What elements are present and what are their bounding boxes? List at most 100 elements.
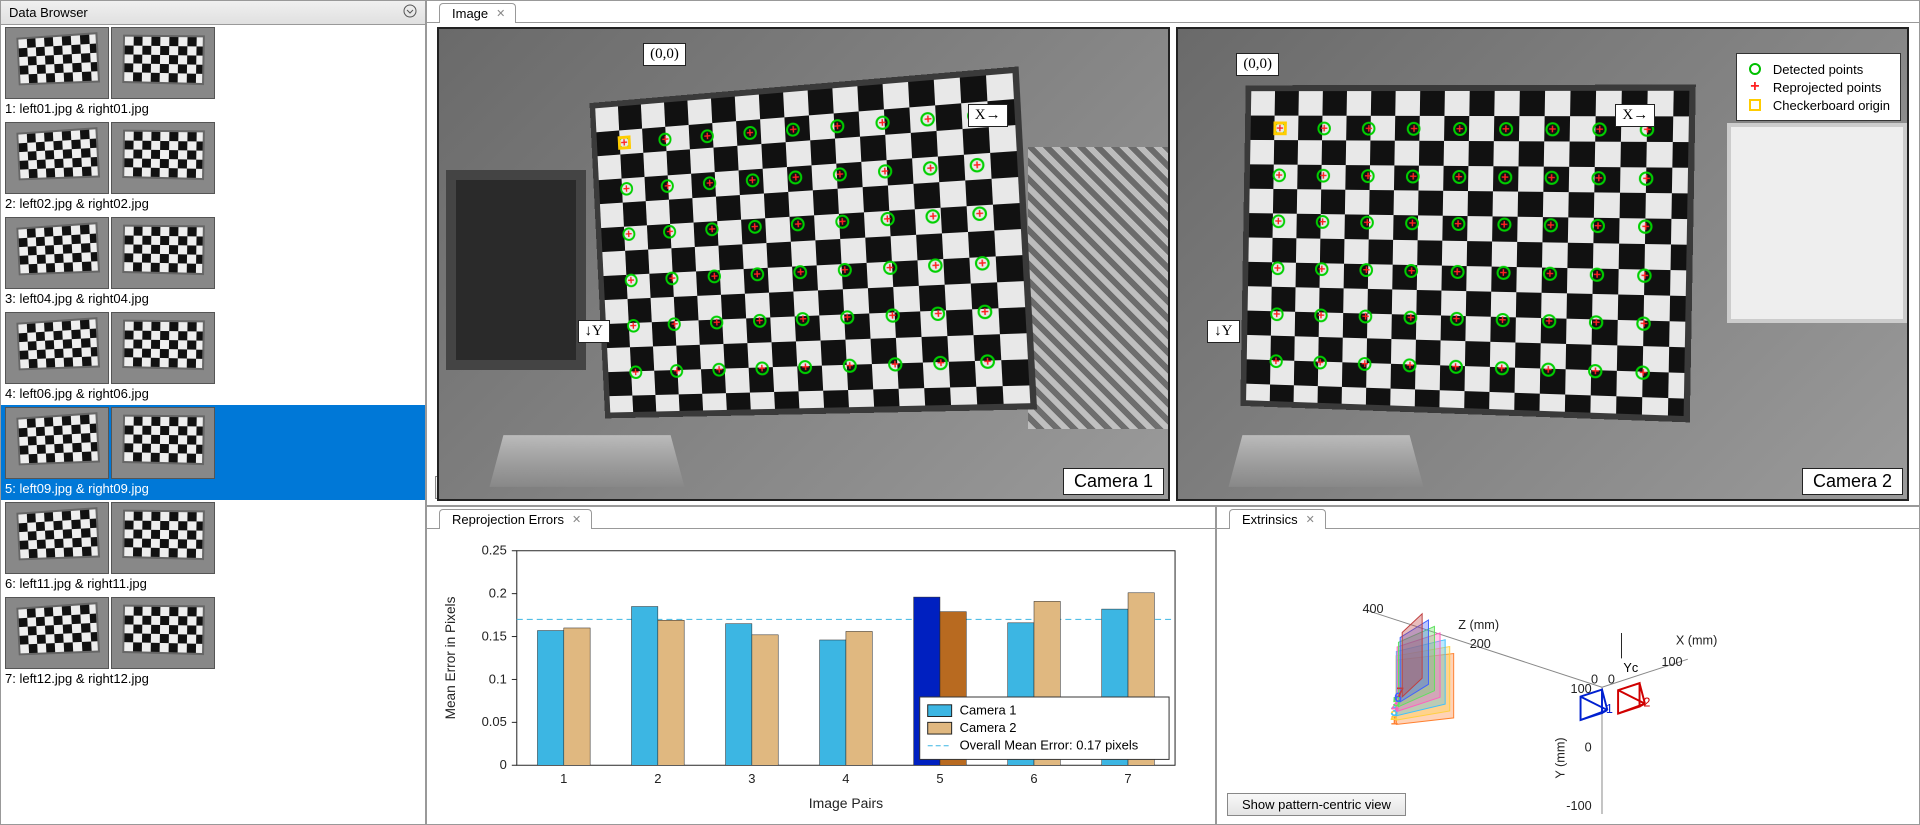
thumbnail-left <box>5 502 109 574</box>
svg-text:2: 2 <box>1643 696 1650 710</box>
extrinsics-panel: Extrinsics ✕ 02004000100-1000100Z (mm)X … <box>1216 506 1920 825</box>
x-axis-label: X→ <box>968 104 1008 127</box>
list-item[interactable]: 7: left12.jpg & right12.jpg <box>1 595 425 690</box>
thumbnail-left <box>5 597 109 669</box>
tab-extr-label: Extrinsics <box>1242 512 1298 527</box>
data-browser-header: Data Browser <box>1 1 425 25</box>
thumbnail-right <box>111 597 215 669</box>
tab-extrinsics[interactable]: Extrinsics ✕ <box>1229 509 1326 529</box>
camera1-view[interactable]: (0,0) X→ ↓Y Camera 1 <box>437 27 1170 501</box>
bottom-row: Reprojection Errors ✕ 00.050.10.150.20.2… <box>426 506 1920 825</box>
close-icon[interactable]: ✕ <box>572 513 581 526</box>
thumbnail-left <box>5 217 109 289</box>
image-tab-strip: Image ✕ <box>427 1 1919 23</box>
thumbnail-right <box>111 217 215 289</box>
svg-text:0.25: 0.25 <box>482 543 507 558</box>
red-plus-icon: + <box>1747 79 1763 95</box>
list-item[interactable]: 3: left04.jpg & right04.jpg <box>1 215 425 310</box>
svg-text:7: 7 <box>1124 771 1131 786</box>
list-item[interactable]: 4: left06.jpg & right06.jpg <box>1 310 425 405</box>
svg-text:Camera 1: Camera 1 <box>960 703 1017 718</box>
data-browser-title: Data Browser <box>9 5 88 20</box>
list-item-label: 5: left09.jpg & right09.jpg <box>5 479 421 496</box>
tab-reproj-label: Reprojection Errors <box>452 512 564 527</box>
list-item[interactable]: 2: left02.jpg & right02.jpg <box>1 120 425 215</box>
list-item-label: 6: left11.jpg & right11.jpg <box>5 574 421 591</box>
reprojection-chart[interactable]: 00.050.10.150.20.251234567Image PairsMea… <box>427 531 1215 824</box>
svg-text:0: 0 <box>1591 672 1598 686</box>
list-item[interactable]: 5: left09.jpg & right09.jpg <box>1 405 425 500</box>
svg-text:0.2: 0.2 <box>489 586 507 601</box>
svg-text:0: 0 <box>1585 741 1592 755</box>
image-legend: Detected points + Reprojected points Chec… <box>1736 53 1901 121</box>
camera2-label: Camera 2 <box>1802 468 1903 495</box>
y-axis-label: ↓Y <box>578 320 610 343</box>
thumbnail-left <box>5 27 109 99</box>
svg-text:Y (mm): Y (mm) <box>1553 737 1567 778</box>
image-content: Show Rectified (0,0) X→ ↓Y Camera 1 <box>427 23 1919 505</box>
origin-label: (0,0) <box>643 43 686 66</box>
svg-text:X (mm): X (mm) <box>1676 634 1717 648</box>
svg-text:Camera 2: Camera 2 <box>960 720 1017 735</box>
thumbnail-right <box>111 407 215 479</box>
svg-text:Image Pairs: Image Pairs <box>809 796 884 811</box>
tab-reprojection-errors[interactable]: Reprojection Errors ✕ <box>439 509 592 529</box>
reproj-tab-strip: Reprojection Errors ✕ <box>427 507 1215 529</box>
reprojection-errors-panel: Reprojection Errors ✕ 00.050.10.150.20.2… <box>426 506 1216 825</box>
list-item[interactable]: 1: left01.jpg & right01.jpg <box>1 25 425 120</box>
svg-text:5: 5 <box>936 771 943 786</box>
svg-text:0.05: 0.05 <box>482 714 507 729</box>
legend-reprojected: Reprojected points <box>1773 80 1881 95</box>
thumbnail-right <box>111 27 215 99</box>
svg-text:200: 200 <box>1470 637 1491 651</box>
dropdown-icon[interactable] <box>403 4 417 21</box>
thumbnail-left <box>5 407 109 479</box>
close-icon[interactable]: ✕ <box>1306 513 1315 526</box>
thumbnail-left <box>5 312 109 384</box>
extrinsics-chart[interactable]: 02004000100-1000100Z (mm)X (mm)Y (mm)123… <box>1217 531 1919 824</box>
svg-text:3: 3 <box>748 771 755 786</box>
extr-tab-strip: Extrinsics ✕ <box>1217 507 1919 529</box>
close-icon[interactable]: ✕ <box>496 7 505 20</box>
svg-text:Mean Error in Pixels: Mean Error in Pixels <box>443 597 458 720</box>
svg-text:400: 400 <box>1362 602 1383 616</box>
list-item-label: 2: left02.jpg & right02.jpg <box>5 194 421 211</box>
legend-detected: Detected points <box>1773 62 1863 77</box>
green-circle-icon <box>1749 63 1761 75</box>
svg-text:7: 7 <box>1396 685 1404 700</box>
data-browser-panel: Data Browser 1: left01.jpg & right01.jpg… <box>0 0 426 825</box>
list-item-label: 7: left12.jpg & right12.jpg <box>5 669 421 686</box>
svg-text:2: 2 <box>654 771 661 786</box>
yellow-square-icon <box>1749 99 1761 111</box>
thumbnail-right <box>111 312 215 384</box>
image-panel: Image ✕ Show Rectified (0,0) X→ ↓Y Camer… <box>426 0 1920 506</box>
x-axis-label-2: X→ <box>1615 104 1655 127</box>
svg-text:-100: -100 <box>1566 799 1591 813</box>
list-item-label: 1: left01.jpg & right01.jpg <box>5 99 421 116</box>
origin-label-2: (0,0) <box>1236 53 1279 76</box>
thumbnail-right <box>111 502 215 574</box>
right-area: Image ✕ Show Rectified (0,0) X→ ↓Y Camer… <box>426 0 1920 825</box>
thumbnail-right <box>111 122 215 194</box>
thumbnail-list: 1: left01.jpg & right01.jpg 2: left02.jp… <box>1 25 425 824</box>
svg-text:0: 0 <box>1608 672 1615 686</box>
list-item[interactable]: 6: left11.jpg & right11.jpg <box>1 500 425 595</box>
tab-image-label: Image <box>452 6 488 21</box>
svg-text:Overall Mean Error: 0.17 pixel: Overall Mean Error: 0.17 pixels <box>960 738 1139 753</box>
camera1-label: Camera 1 <box>1063 468 1164 495</box>
svg-text:1: 1 <box>560 771 567 786</box>
thumbnail-left <box>5 122 109 194</box>
svg-text:6: 6 <box>1030 771 1037 786</box>
list-item-label: 4: left06.jpg & right06.jpg <box>5 384 421 401</box>
tab-image[interactable]: Image ✕ <box>439 3 516 23</box>
legend-origin: Checkerboard origin <box>1773 98 1890 113</box>
svg-text:100: 100 <box>1661 655 1682 669</box>
svg-text:0.1: 0.1 <box>489 671 507 686</box>
show-pattern-centric-button[interactable]: Show pattern-centric view <box>1227 793 1406 816</box>
svg-text:4: 4 <box>842 771 849 786</box>
list-item-label: 3: left04.jpg & right04.jpg <box>5 289 421 306</box>
svg-text:Yc: Yc <box>1623 661 1638 675</box>
svg-text:0: 0 <box>500 757 507 772</box>
svg-text:1: 1 <box>1606 702 1613 716</box>
y-axis-label-2: ↓Y <box>1207 320 1239 343</box>
